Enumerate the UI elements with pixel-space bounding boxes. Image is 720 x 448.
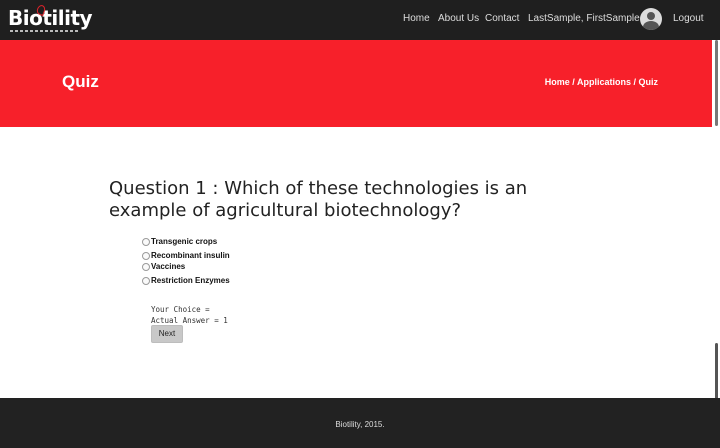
user-avatar-icon[interactable] — [640, 8, 662, 30]
radio-button[interactable] — [142, 277, 150, 285]
answer-option-label: Vaccines — [151, 262, 186, 271]
page-title: Quiz — [62, 72, 99, 91]
your-choice-text: Your Choice = — [151, 305, 210, 314]
scrollbar-thumb-lower[interactable] — [715, 343, 718, 399]
logo-tagline-decoration — [10, 30, 80, 32]
quiz-question: Question 1 : Which of these technologies… — [109, 178, 528, 221]
nav-contact-link[interactable]: Contact — [485, 13, 519, 24]
answer-option-label: Transgenic crops — [151, 237, 218, 246]
breadcrumb: Home / Applications / Quiz — [545, 77, 658, 87]
breadcrumb-current: Quiz — [638, 77, 659, 87]
footer-copyright: Biotility, 2015. — [335, 420, 385, 429]
scrollbar-thumb[interactable] — [715, 40, 718, 126]
radio-button[interactable] — [142, 252, 150, 260]
nav-about-link[interactable]: About Us — [438, 13, 479, 24]
avatar-head — [647, 12, 655, 20]
radio-button[interactable] — [142, 238, 150, 246]
breadcrumb-separator: / — [630, 77, 639, 87]
answer-option-label: Restriction Enzymes — [151, 276, 230, 285]
top-navbar: Biotility Home About Us Contact LastSamp… — [0, 0, 720, 40]
actual-answer-text: Actual Answer = 1 — [151, 316, 228, 325]
page-footer: Biotility, 2015. — [0, 398, 720, 448]
nav-user-name-link[interactable]: LastSample, FirstSample — [528, 13, 640, 24]
nav-home-link[interactable]: Home — [403, 13, 430, 24]
avatar-shoulders — [643, 21, 659, 30]
brand-logo[interactable]: Biotility — [8, 3, 98, 36]
breadcrumb-home[interactable]: Home — [545, 77, 570, 87]
answer-option-label: Recombinant insulin — [151, 251, 230, 260]
logout-link[interactable]: Logout — [673, 13, 704, 24]
next-button[interactable]: Next — [151, 325, 183, 343]
brand-name: Biotility — [8, 6, 93, 30]
radio-button[interactable] — [142, 263, 150, 271]
breadcrumb-separator: / — [569, 77, 577, 87]
page-header-banner: Quiz Home / Applications / Quiz — [0, 40, 712, 127]
breadcrumb-applications[interactable]: Applications — [577, 77, 631, 87]
